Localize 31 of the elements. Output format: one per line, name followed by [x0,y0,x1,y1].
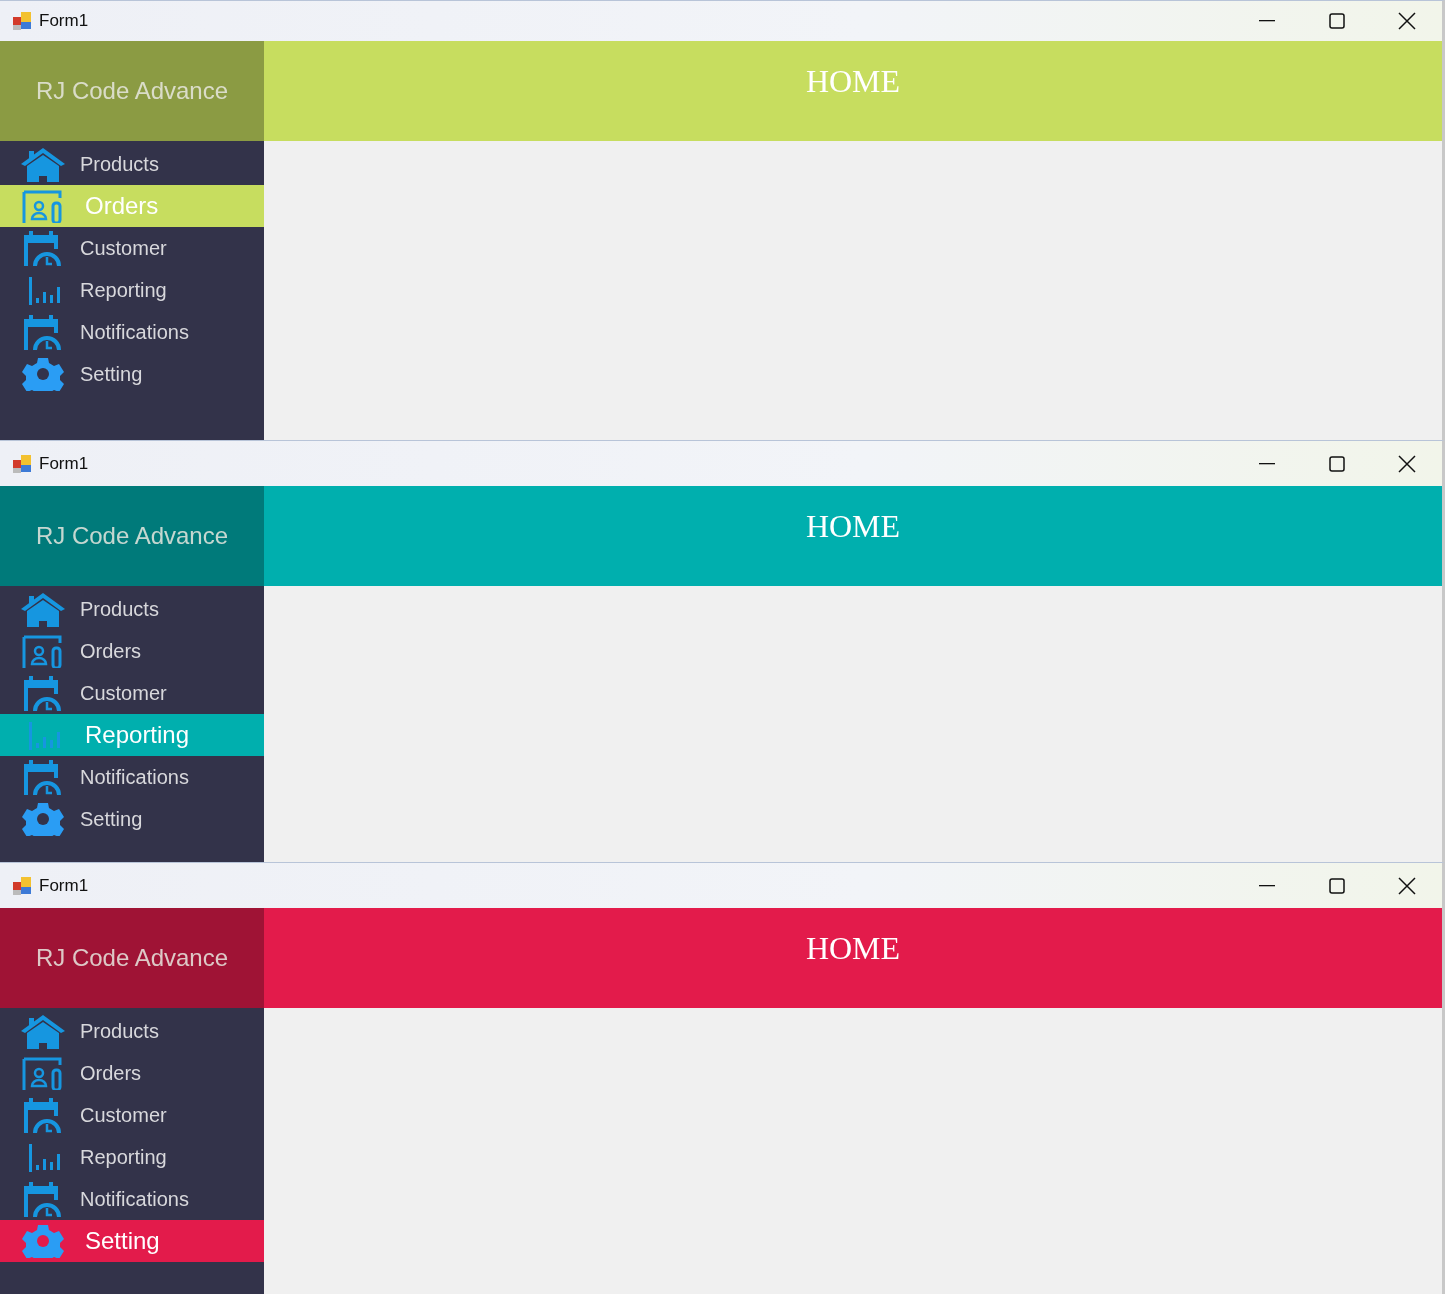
minimize-icon [1259,20,1275,22]
contact-book-icon [21,634,65,668]
gear-icon [21,357,65,391]
header-title: HOME [805,63,901,101]
gear-icon [21,802,65,836]
house-icon [19,591,67,627]
app-icon [12,11,32,31]
contact-book-icon [21,1056,65,1090]
header-title: HOME [805,930,901,968]
close-icon [1398,876,1416,895]
maximize-icon [1329,455,1345,472]
maximize-icon [1329,877,1345,894]
gear-icon [21,1224,65,1258]
header-title: HOME [805,508,901,546]
maximize-icon [1329,13,1345,29]
house-icon [19,1013,67,1049]
contact-book-icon [21,189,65,223]
minimize-icon [1259,884,1275,887]
window-title: Form1 [39,453,89,474]
minimize-icon [1259,462,1275,465]
window-title: Form1 [39,11,89,31]
logo-text: RJ Code Advance [35,522,229,550]
app-icon [12,453,32,474]
menu-item[interactable]: Setting [0,1220,264,1262]
logo-text: RJ Code Advance [35,77,229,105]
close-icon [1398,454,1416,473]
logo-text: RJ Code Advance [35,944,229,972]
house-icon [19,146,67,182]
window-title: Form1 [39,875,89,896]
app-icon [12,875,32,896]
close-icon [1398,12,1416,30]
